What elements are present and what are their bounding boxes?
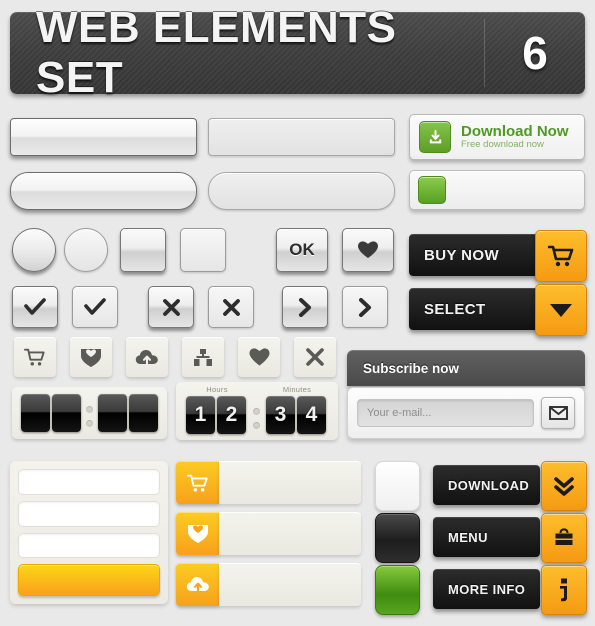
radio-circle-light[interactable]	[64, 228, 108, 272]
heart-shield-download-icon	[176, 512, 219, 555]
big-square-black[interactable]	[375, 513, 420, 563]
subscribe-panel	[347, 387, 585, 439]
green-toggle-bar[interactable]	[409, 170, 585, 210]
time-flip-counter: Hours Minutes 1 2 3 4	[176, 382, 338, 440]
bar-rect-light[interactable]	[208, 118, 395, 156]
list-item-content	[219, 461, 361, 504]
bar-pill-light[interactable]	[208, 172, 395, 210]
check-button-light[interactable]	[72, 286, 118, 328]
hours-label: Hours	[206, 385, 228, 394]
separator-dot	[253, 422, 260, 429]
heart-shield-download-icon	[80, 347, 102, 368]
shopping-cart-icon	[24, 347, 46, 367]
list-item[interactable]	[176, 461, 361, 504]
cross-icon	[162, 298, 181, 317]
flip-digit-minutes-ones: 4	[297, 396, 326, 434]
buy-now-button[interactable]: BUY NOW	[409, 234, 544, 276]
list-item-content	[219, 512, 361, 555]
email-input[interactable]	[357, 399, 534, 427]
radio-circle-dark[interactable]	[12, 228, 56, 272]
icon-tile-sitemap[interactable]	[182, 337, 224, 377]
form-field-1[interactable]	[18, 469, 160, 495]
heart-icon	[357, 240, 379, 260]
list-item-content	[219, 563, 361, 606]
subscribe-heading: Subscribe now	[347, 350, 585, 386]
info-icon[interactable]	[541, 565, 587, 615]
briefcase-icon[interactable]	[541, 513, 587, 563]
cross-icon	[222, 298, 241, 317]
menu-cta-label: MENU	[448, 529, 488, 545]
minutes-label: Minutes	[282, 385, 312, 394]
chevron-right-icon	[358, 297, 372, 317]
form-field-2[interactable]	[18, 500, 160, 527]
icon-tile-cloud-upload[interactable]	[126, 337, 168, 377]
envelope-icon[interactable]	[541, 397, 575, 429]
download-cta-label: DOWNLOAD	[448, 477, 530, 493]
select-label: SELECT	[424, 300, 486, 318]
cloud-upload-icon	[176, 563, 219, 606]
flip-digit	[52, 394, 81, 432]
green-square-button[interactable]	[418, 176, 446, 204]
separator-dot	[86, 420, 93, 427]
sitemap-icon	[193, 348, 213, 367]
page-header: WEB ELEMENTS SET 6	[10, 3, 585, 102]
bar-pill-dark[interactable]	[10, 172, 197, 210]
flip-digit	[98, 394, 127, 432]
list-item[interactable]	[176, 563, 361, 606]
ui-kit-canvas: WEB ELEMENTS SET 6 Download Now Free dow…	[0, 0, 595, 626]
double-chevron-down-icon[interactable]	[541, 461, 587, 511]
square-button-light[interactable]	[180, 228, 226, 272]
icon-tile-heart-shield[interactable]	[70, 337, 112, 377]
cloud-upload-icon	[135, 348, 159, 367]
check-icon	[24, 298, 46, 316]
shopping-cart-icon[interactable]	[535, 230, 587, 282]
more-info-cta-label: MORE INFO	[448, 581, 526, 597]
buy-now-label: BUY NOW	[424, 246, 500, 264]
list-item[interactable]	[176, 512, 361, 555]
triangle-down-icon[interactable]	[535, 284, 587, 336]
flip-digit-hours-tens: 1	[186, 396, 215, 434]
download-cta-button[interactable]: DOWNLOAD	[433, 465, 540, 505]
more-info-cta-button[interactable]: MORE INFO	[433, 569, 540, 609]
ok-button-label: OK	[289, 240, 315, 259]
check-button-dark[interactable]	[12, 286, 58, 328]
flip-digit	[21, 394, 50, 432]
icon-tile-cross[interactable]	[294, 337, 336, 377]
menu-cta-button[interactable]: MENU	[433, 517, 540, 557]
cross-button-light[interactable]	[208, 286, 254, 328]
separator-dot	[86, 406, 93, 413]
icon-tile-heart[interactable]	[238, 337, 280, 377]
download-now-title: Download Now	[461, 122, 569, 140]
check-icon	[84, 298, 106, 316]
chevron-right-button-light[interactable]	[342, 286, 388, 328]
form-panel	[10, 461, 168, 604]
flip-digit-hours-ones: 2	[217, 396, 246, 434]
cross-icon	[305, 347, 325, 367]
download-now-subtitle: Free download now	[461, 139, 544, 151]
heart-icon	[248, 347, 271, 367]
chevron-right-button-dark[interactable]	[282, 286, 328, 328]
cross-button-dark[interactable]	[148, 286, 194, 328]
form-field-3[interactable]	[18, 532, 160, 559]
select-button[interactable]: SELECT	[409, 288, 544, 330]
blank-flip-counter	[12, 387, 167, 439]
page-title: WEB ELEMENTS SET	[36, 3, 397, 102]
chevron-right-icon	[298, 297, 312, 317]
download-now-button[interactable]: Download Now Free download now	[409, 114, 585, 160]
heart-button[interactable]	[342, 228, 394, 272]
icon-tile-cart[interactable]	[14, 337, 56, 377]
bar-rect-dark[interactable]	[10, 118, 197, 156]
big-square-green[interactable]	[375, 565, 420, 615]
set-number-badge: 6	[484, 19, 585, 87]
shopping-cart-icon	[176, 461, 219, 504]
flip-digit	[129, 394, 158, 432]
big-square-white[interactable]	[375, 461, 420, 511]
download-tray-icon	[419, 121, 451, 153]
square-button-dark[interactable]	[120, 228, 166, 272]
form-submit-button[interactable]	[18, 564, 160, 596]
flip-digit-minutes-tens: 3	[266, 396, 295, 434]
ok-button[interactable]: OK	[276, 228, 328, 272]
separator-dot	[253, 408, 260, 415]
